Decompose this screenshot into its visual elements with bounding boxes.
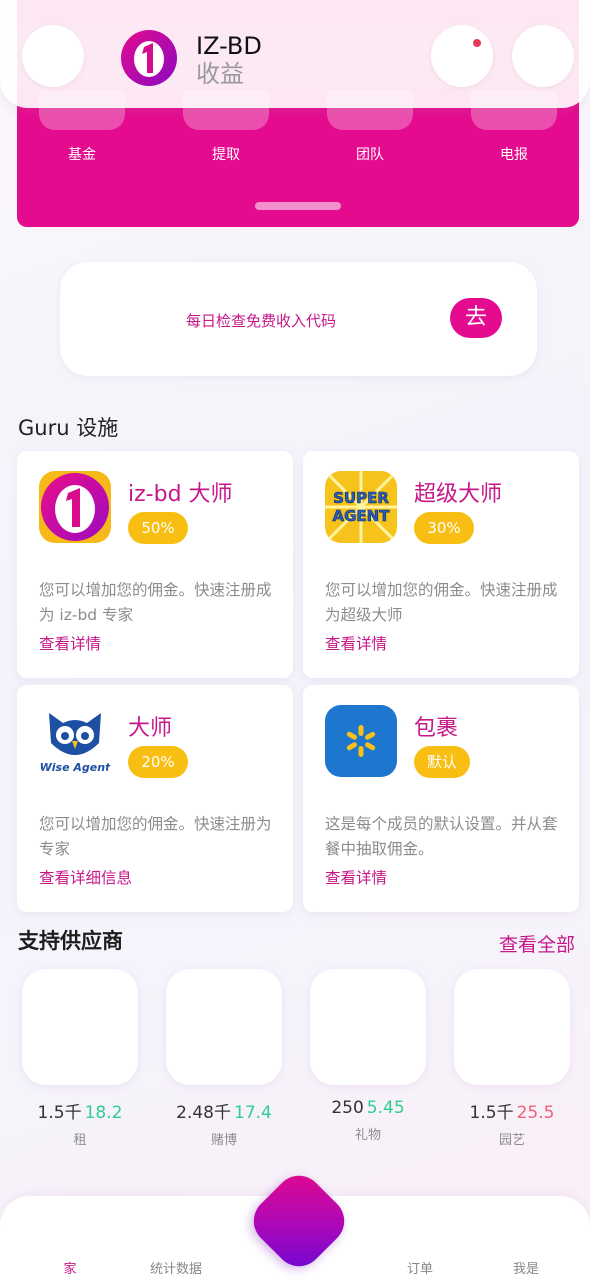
supplier-stats: 250 5.45 xyxy=(310,1098,426,1118)
guru-card-master[interactable]: Wise Agent 大师 20% 您可以增加您的佣金。快速注册为专家 查看详细… xyxy=(17,685,293,912)
guru-name: 超级大师 xyxy=(414,482,503,507)
quick-action-label: 电报 xyxy=(500,147,528,163)
supplier-value: 250 xyxy=(331,1098,364,1118)
nav-me[interactable]: 我是 xyxy=(481,1258,571,1277)
supplier-change: 25.5 xyxy=(516,1103,555,1123)
supplier-stats: 2.48千 17.4 xyxy=(166,1098,282,1123)
nav-home[interactable]: 家 xyxy=(25,1258,115,1277)
supplier-tile xyxy=(166,969,282,1085)
notification-dot xyxy=(473,39,481,47)
spark-icon xyxy=(325,705,397,777)
guru-name: 大师 xyxy=(128,716,173,741)
supplier-tile xyxy=(454,969,570,1085)
commission-badge: 50% xyxy=(128,512,188,544)
supplier-gambling[interactable]: 2.48千 17.4 赌博 xyxy=(166,969,282,1148)
banner-page-indicator xyxy=(255,202,341,210)
guru-card-super[interactable]: SUPER AGENT 超级大师 30% 您可以增加您的佣金。快速注册成为超级大… xyxy=(303,451,579,678)
iz-bd-logo-icon xyxy=(39,471,111,543)
super-agent-icon-text-2: AGENT xyxy=(333,507,391,525)
supplier-tile xyxy=(310,969,426,1085)
commission-badge: 默认 xyxy=(414,746,470,778)
view-details-link[interactable]: 查看详细信息 xyxy=(39,866,132,888)
supplier-label: 赌博 xyxy=(210,1133,237,1148)
app-header: IZ-BD 收益 xyxy=(0,0,590,108)
supplier-gardening[interactable]: 1.5千 25.5 园艺 xyxy=(454,969,570,1148)
daily-go-button[interactable]: 去 xyxy=(450,298,502,338)
supplier-label: 租 xyxy=(73,1133,87,1148)
daily-code-text: 每日检查免费收入代码 xyxy=(186,312,337,330)
guru-name: iz-bd 大师 xyxy=(128,482,233,507)
guru-name: 包裹 xyxy=(414,716,459,741)
super-agent-icon: SUPER AGENT xyxy=(325,471,397,543)
brand-logo-icon xyxy=(120,29,178,87)
guru-description: 您可以增加您的佣金。快速注册为专家 xyxy=(39,815,272,858)
notification-button[interactable] xyxy=(431,25,493,87)
view-details-link[interactable]: 查看详情 xyxy=(39,632,101,654)
view-all-link[interactable]: 查看全部 xyxy=(499,930,575,957)
supplier-value: 1.5千 xyxy=(37,1103,82,1123)
supplier-stats: 1.5千 18.2 xyxy=(22,1098,138,1123)
guru-card-package[interactable]: 包裹 默认 这是每个成员的默认设置。并从套餐中抽取佣金。 查看详情 xyxy=(303,685,579,912)
supplier-change: 17.4 xyxy=(234,1103,272,1123)
guru-description: 您可以增加您的佣金。快速注册成为超级大师 xyxy=(325,581,558,624)
supplier-value: 1.5千 xyxy=(469,1103,514,1123)
guru-description: 您可以增加您的佣金。快速注册成为 iz-bd 专家 xyxy=(39,581,272,624)
supplier-change: 5.45 xyxy=(366,1098,405,1118)
commission-badge: 20% xyxy=(128,746,188,778)
quick-action-label: 团队 xyxy=(356,147,384,163)
supplier-change: 18.2 xyxy=(84,1103,123,1123)
super-agent-icon-text-1: SUPER xyxy=(333,489,389,507)
wise-agent-owl-icon: Wise Agent xyxy=(39,705,111,777)
supplier-gift[interactable]: 250 5.45 礼物 xyxy=(310,969,426,1143)
daily-code-card: 每日检查免费收入代码 去 xyxy=(60,262,537,376)
nav-stats[interactable]: 统计数据 xyxy=(131,1258,221,1277)
quick-action-label: 提取 xyxy=(212,147,240,163)
supplier-label: 园艺 xyxy=(498,1133,525,1148)
commission-badge: 30% xyxy=(414,512,474,544)
brand-subtitle: 收益 xyxy=(196,60,244,88)
quick-action-label: 基金 xyxy=(68,147,96,163)
supplier-value: 2.48千 xyxy=(176,1103,231,1123)
guru-description: 这是每个成员的默认设置。并从套餐中抽取佣金。 xyxy=(325,815,558,858)
guru-card-izbd[interactable]: iz-bd 大师 50% 您可以增加您的佣金。快速注册成为 iz-bd 专家 查… xyxy=(17,451,293,678)
supplier-stats: 1.5千 25.5 xyxy=(454,1098,570,1123)
suppliers-title: 支持供应商 xyxy=(18,929,123,953)
supplier-rent[interactable]: 1.5千 18.2 租 xyxy=(22,969,138,1148)
wise-agent-icon-text: Wise Agent xyxy=(40,761,111,774)
supplier-label: 礼物 xyxy=(354,1128,381,1143)
brand-title: IZ-BD xyxy=(196,32,262,60)
supplier-tile xyxy=(22,969,138,1085)
profile-button[interactable] xyxy=(512,25,574,87)
menu-button[interactable] xyxy=(22,25,84,87)
guru-section-title: Guru 设施 xyxy=(18,416,119,440)
view-details-link[interactable]: 查看详情 xyxy=(325,866,387,888)
header-inner xyxy=(17,24,579,88)
nav-orders[interactable]: 订单 xyxy=(375,1258,465,1277)
view-details-link[interactable]: 查看详情 xyxy=(325,632,387,654)
